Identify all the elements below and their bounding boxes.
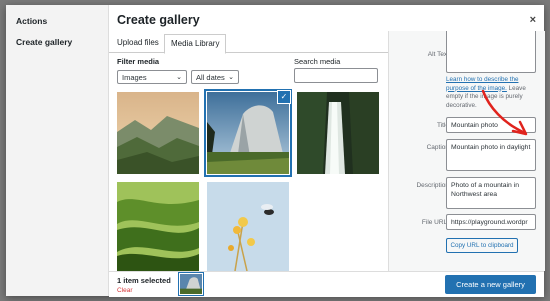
search-media-label: Search media xyxy=(294,57,341,66)
create-gallery-modal: Actions Create gallery Create gallery × … xyxy=(6,5,545,297)
selected-thumb-mountain-photo[interactable] xyxy=(178,272,204,296)
green-hills-image xyxy=(117,182,199,271)
media-thumb-flowers-bee[interactable] xyxy=(207,182,289,271)
alt-text-field[interactable] xyxy=(446,31,536,73)
create-gallery-button[interactable]: Create a new gallery xyxy=(445,275,536,294)
date-filter-select[interactable]: All dates ⌄ xyxy=(191,70,239,84)
modal-content: Create gallery × Upload files Media Libr… xyxy=(109,5,545,297)
chevron-down-icon: ⌄ xyxy=(176,74,182,81)
annotation-arrow-icon xyxy=(481,89,528,136)
media-thumb-waterfall[interactable] xyxy=(297,92,379,174)
attachment-details-panel: Alt Text Learn how to describe the purpo… xyxy=(388,31,545,271)
sidebar-item-actions: Actions xyxy=(16,16,48,26)
media-type-select[interactable]: Images ⌄ xyxy=(117,70,187,84)
media-type-value: Images xyxy=(122,73,147,82)
file-url-field[interactable]: https://playground.wordpr xyxy=(446,214,536,230)
selected-mountain-image xyxy=(180,274,202,294)
clear-selection-link[interactable]: Clear xyxy=(117,287,133,294)
file-url-label: File URL: xyxy=(421,219,449,226)
modal-title: Create gallery xyxy=(117,13,200,27)
tab-media-library[interactable]: Media Library xyxy=(164,34,227,54)
date-filter-value: All dates xyxy=(196,73,225,82)
waterfall-image xyxy=(297,92,379,174)
mountain-valley-image xyxy=(117,92,199,174)
description-label: Description xyxy=(416,182,449,189)
description-field[interactable]: Photo of a mountain in Northwest area xyxy=(446,177,536,209)
filter-media-label: Filter media xyxy=(117,57,160,66)
media-thumb-green-hills[interactable] xyxy=(117,182,199,271)
copy-url-button[interactable]: Copy URL to clipboard xyxy=(446,238,518,253)
media-thumb-mountain-photo[interactable]: ✓ xyxy=(204,89,292,177)
tab-upload-files[interactable]: Upload files xyxy=(111,34,165,52)
mountain-photo-image xyxy=(207,92,289,174)
chevron-down-icon: ⌄ xyxy=(228,74,234,81)
search-input[interactable] xyxy=(294,68,378,83)
modal-sidebar: Actions Create gallery xyxy=(6,5,109,296)
sidebar-item-create-gallery[interactable]: Create gallery xyxy=(16,37,72,47)
close-icon[interactable]: × xyxy=(530,14,536,26)
media-thumb-mountain-valley[interactable] xyxy=(117,92,199,174)
selected-check-icon[interactable]: ✓ xyxy=(277,90,291,104)
modal-footer: 1 item selected Clear Create a new galle… xyxy=(109,271,544,297)
selection-count: 1 item selected xyxy=(117,276,171,285)
flowers-bee-image xyxy=(207,182,289,271)
